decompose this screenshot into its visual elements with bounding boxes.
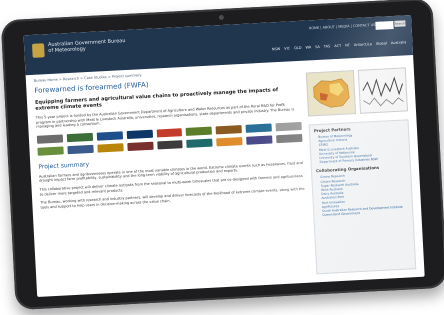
nav-item[interactable]: WA [305, 45, 311, 49]
tablet-device: Australian Government Bureau of Meteorol… [0, 0, 444, 311]
chart-image [362, 76, 404, 107]
partner-logo [96, 131, 123, 141]
tablet-screen: Australian Government Bureau of Meteorol… [23, 15, 425, 297]
nav-item[interactable]: VIC [284, 46, 290, 50]
thumbnails [305, 67, 409, 118]
nav-item[interactable]: Australia [391, 40, 407, 45]
chart-thumbnail[interactable] [357, 67, 409, 114]
partner-logo [156, 139, 184, 150]
partner-logo [245, 123, 272, 133]
partner-logo [67, 144, 94, 154]
partner-logo [126, 129, 153, 139]
partner-logo [276, 133, 303, 144]
nav-item[interactable]: ACT [334, 44, 341, 48]
partner-logo [156, 127, 183, 138]
map-image [313, 78, 350, 108]
search-input[interactable] [375, 20, 394, 30]
map-thumbnail[interactable] [305, 70, 357, 117]
nav-item[interactable]: QLD [294, 46, 302, 50]
search-button[interactable]: Search [394, 20, 406, 27]
partner-logo [97, 143, 124, 153]
partner-logo [37, 146, 64, 156]
partner-logo [126, 141, 154, 151]
camera-icon [218, 14, 224, 21]
partner-logo [186, 138, 213, 148]
nav-item[interactable]: Global [376, 41, 387, 46]
utility-links[interactable]: HOME | ABOUT | MEDIA | CONTACT US [309, 23, 376, 30]
collaborator-list: Grains Research Cotton Research Sugar Re… [320, 171, 408, 217]
page: Australian Government Bureau of Meteorol… [0, 0, 444, 315]
partner-logo [215, 124, 243, 135]
sidebar: Project Partners Bureau of Meteorology A… [308, 119, 417, 275]
nav-item[interactable]: Antarctica [354, 42, 372, 47]
partner-logo [216, 136, 243, 147]
partner-list: Bureau of Meteorology Agriculture Victor… [318, 131, 405, 165]
nav-item[interactable]: TAS [324, 44, 331, 48]
partner-logo [186, 126, 213, 136]
agency-name: Australian Government Bureau of Meteorol… [47, 38, 126, 55]
partner-logo [36, 134, 64, 144]
nav-item[interactable]: SA [315, 45, 320, 49]
coat-of-arms-logo [31, 43, 45, 58]
partner-logo [275, 121, 302, 132]
nav-item[interactable]: NSW [272, 47, 281, 51]
partner-logo [246, 135, 273, 145]
nav-item[interactable]: NT [345, 43, 350, 47]
partner-logo [66, 132, 93, 142]
site-header: Australian Government Bureau of Meteorol… [23, 15, 414, 76]
main-content: Forewarned is forearmed (FWFA) Equipping… [34, 73, 305, 214]
main-nav: NSW VIC QLD WA SA TAS ACT NT Antarctica … [272, 40, 407, 51]
